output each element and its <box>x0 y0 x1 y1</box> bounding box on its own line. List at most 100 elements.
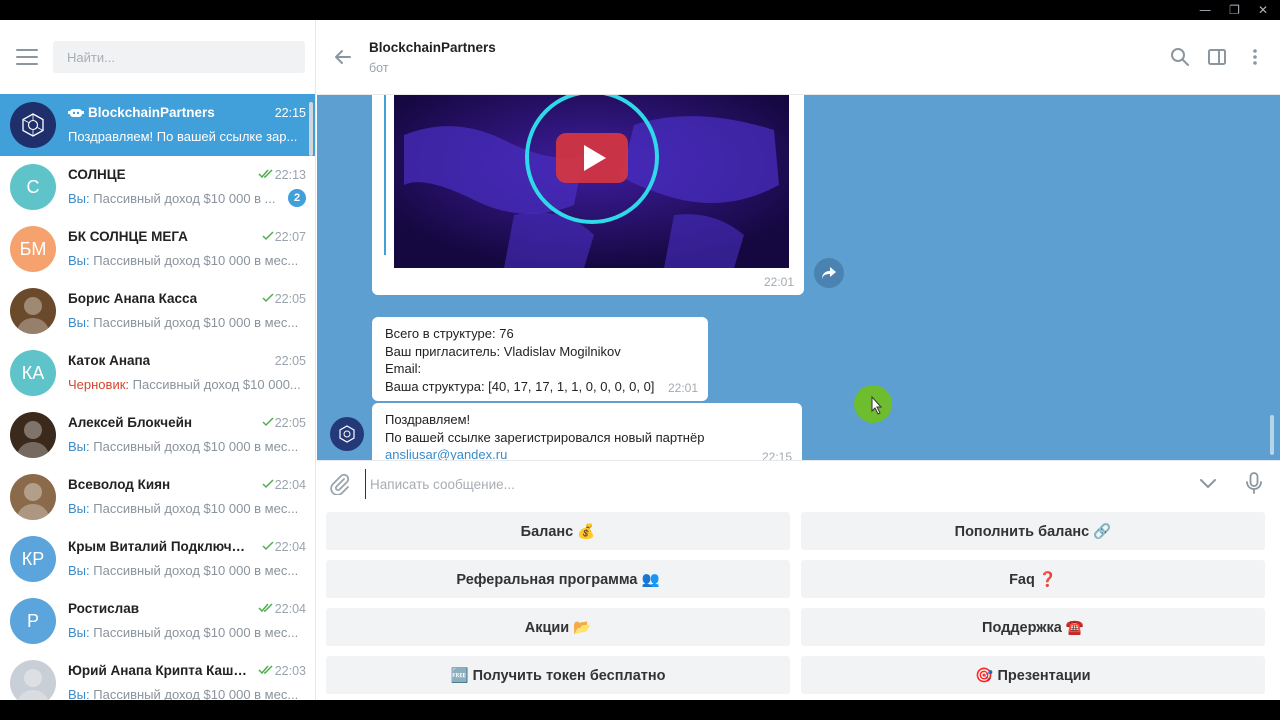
email-link[interactable]: ansliusar@yandex.ru <box>385 446 789 460</box>
congrats-message: Поздравляем! По вашей ссылке зарегистрир… <box>372 403 802 460</box>
more-options-icon[interactable] <box>1245 47 1265 67</box>
check-icon <box>262 539 274 554</box>
share-icon[interactable] <box>814 258 844 288</box>
chat-preview-text: Пассивный доход $10 000 в мес... <box>89 563 299 578</box>
avatar: КР <box>10 536 56 582</box>
chat-list-item[interactable]: КА Каток Анапа 22:05 Черновик: Пассивный до… <box>0 342 315 404</box>
chat-item-body: Крым Виталий Подключе... 22:04 Вы: Пассивн… <box>68 536 306 582</box>
chat-name-text: СОЛНЦЕ <box>68 167 126 182</box>
message-line: По вашей ссылке зарегистрировался новый … <box>385 429 705 445</box>
chat-list-item[interactable]: Р Ростислав 22:04 Вы: Пассивный доход $10 0… <box>0 590 315 652</box>
chat-list-item[interactable]: Юрий Анапа Крипта Каше... 22:03 Вы: Пассив… <box>0 652 315 700</box>
search-input[interactable] <box>53 41 305 73</box>
message-area: 22:01 Всего в структуре: 76 Ваш пригласи… <box>317 95 1280 460</box>
top-up-balance-button[interactable]: Пополнить баланс 🔗 <box>801 512 1265 550</box>
chat-preview-text: Пассивный доход $10 000 в мес... <box>89 253 299 268</box>
message-scrollbar[interactable] <box>1270 415 1274 455</box>
restore-icon[interactable]: ❐ <box>1229 0 1240 20</box>
chevron-down-icon[interactable] <box>1198 475 1218 491</box>
chat-name: Каток Анапа <box>68 353 150 368</box>
avatar: С <box>10 164 56 210</box>
double-check-icon <box>258 167 274 182</box>
chat-item-body: Каток Анапа 22:05 Черновик: Пассивный дохо… <box>68 350 306 396</box>
chat-preview-text: Пассивный доход $10 000 в мес... <box>89 687 299 700</box>
chat-preview-text: Поздравляем! По вашей ссылке зар... <box>68 129 298 144</box>
title-block[interactable]: BlockchainPartners бот <box>369 40 496 75</box>
chat-item-body: Юрий Анапа Крипта Каше... 22:03 Вы: Пассив… <box>68 660 306 700</box>
chat-name-text: Алексей Блокчейн <box>68 415 193 430</box>
chat-preview-text: Пассивный доход $10 000 в мес... <box>89 315 299 330</box>
message-line: Поздравляем! <box>385 412 471 427</box>
referral-program-button[interactable]: Реферальная программа 👥 <box>326 560 790 598</box>
chat-name-text: BlockchainPartners <box>88 105 215 120</box>
chat-name: BlockchainPartners <box>68 105 215 120</box>
chat-time: 22:05 <box>274 354 306 368</box>
avatar <box>10 660 56 700</box>
paperclip-icon[interactable] <box>329 473 351 495</box>
chat-list-item[interactable]: Алексей Блокчейн 22:05 Вы: Пассивный доход… <box>0 404 315 466</box>
chat-list-item[interactable]: Всеволод Киян 22:04 Вы: Пассивный доход $1… <box>0 466 315 528</box>
chat-name: Алексей Блокчейн <box>68 415 192 430</box>
chat-list-item[interactable]: КР Крым Виталий Подключе... 22:04 Вы: Пасси… <box>0 528 315 590</box>
hamburger-menu-icon[interactable] <box>16 49 38 65</box>
message-input[interactable] <box>365 469 1185 499</box>
unread-badge: 2 <box>288 189 306 207</box>
message-line: Ваш пригласитель: Vladislav Mogilnikov <box>385 343 621 359</box>
chat-name: Борис Анапа Касса <box>68 291 197 306</box>
chat-item-body: БК СОЛНЦЕ МЕГА 22:07 Вы: Пассивный доход $… <box>68 226 306 272</box>
chat-item-body: Всеволод Киян 22:04 Вы: Пассивный доход $1… <box>68 474 306 520</box>
back-arrow-icon[interactable] <box>333 47 353 67</box>
quote-line <box>384 95 386 255</box>
chat-preview: Вы: Пассивный доход $10 000 в мес... <box>68 315 298 330</box>
bot-keyboard: Баланс 💰 Пополнить баланс 🔗 Реферальная … <box>317 506 1280 700</box>
double-check-icon <box>258 601 274 616</box>
chat-title: BlockchainPartners <box>369 39 496 55</box>
chat-list-item[interactable]: Борис Анапа Касса 22:05 Вы: Пассивный дохо… <box>0 280 315 342</box>
close-icon[interactable]: ✕ <box>1258 0 1268 20</box>
bot-avatar[interactable] <box>330 417 364 451</box>
chat-list-item[interactable]: BlockchainPartners 22:15 Поздравляем! По в… <box>0 94 315 156</box>
conversation-header: BlockchainPartners бот <box>317 20 1280 95</box>
chat-name-text: Борис Анапа Касса <box>68 291 198 306</box>
presentations-button[interactable]: 🎯 Презентации <box>801 656 1265 694</box>
promotions-button[interactable]: Акции 📂 <box>326 608 790 646</box>
support-button[interactable]: Поддержка ☎️ <box>801 608 1265 646</box>
get-free-token-button[interactable]: 🆓 Получить токен бесплатно <box>326 656 790 694</box>
chat-time: 22:05 <box>274 416 306 430</box>
chat-name-text: Юрий Анапа Крипта Каше... <box>68 663 248 678</box>
chat-list-scrollbar[interactable] <box>309 102 313 156</box>
window-controls: — ❐ ✕ <box>1199 0 1280 20</box>
chat-preview: Вы: Пассивный доход $10 000 в мес... <box>68 687 298 700</box>
balance-button[interactable]: Баланс 💰 <box>326 512 790 550</box>
chat-item-body: Алексей Блокчейн 22:05 Вы: Пассивный доход… <box>68 412 306 458</box>
stats-message: Всего в структуре: 76 Ваш пригласитель: … <box>372 317 708 401</box>
chat-list: BlockchainPartners 22:15 Поздравляем! По в… <box>0 94 315 700</box>
you-label: Вы: <box>68 315 90 330</box>
chat-list-item[interactable]: БМ БК СОЛНЦЕ МЕГА 22:07 Вы: Пассивный доход… <box>0 218 315 280</box>
you-label: Вы: <box>68 253 90 268</box>
you-label: Вы: <box>68 687 90 700</box>
faq-button[interactable]: Faq ❓ <box>801 560 1265 598</box>
chat-preview: Поздравляем! По вашей ссылке зар... <box>68 129 297 144</box>
draft-label: Черновик: <box>68 377 130 392</box>
minimize-icon[interactable]: — <box>1199 0 1211 20</box>
avatar <box>10 288 56 334</box>
microphone-icon[interactable] <box>1244 471 1264 495</box>
chat-time: 22:04 <box>274 540 306 554</box>
chat-name-text: Каток Анапа <box>68 353 151 368</box>
chat-list-item[interactable]: С СОЛНЦЕ 22:13 Вы: Пассивный доход $10 000 … <box>0 156 315 218</box>
chat-name-text: Ростислав <box>68 601 140 616</box>
sidebar-toggle-icon[interactable] <box>1207 47 1227 67</box>
chat-time: 22:07 <box>274 230 306 244</box>
chat-time: 22:13 <box>274 168 306 182</box>
chat-time: 22:15 <box>274 106 306 120</box>
chat-preview-text: Пассивный доход $10 000 в ... <box>89 191 276 206</box>
you-label: Вы: <box>68 563 90 578</box>
avatar <box>10 102 56 148</box>
chat-preview: Черновик: Пассивный доход $10 000... <box>68 377 301 392</box>
avatar: Р <box>10 598 56 644</box>
you-label: Вы: <box>68 191 90 206</box>
search-icon[interactable] <box>1170 47 1190 67</box>
video-preview[interactable] <box>394 95 789 268</box>
chat-preview: Вы: Пассивный доход $10 000 в мес... <box>68 253 298 268</box>
